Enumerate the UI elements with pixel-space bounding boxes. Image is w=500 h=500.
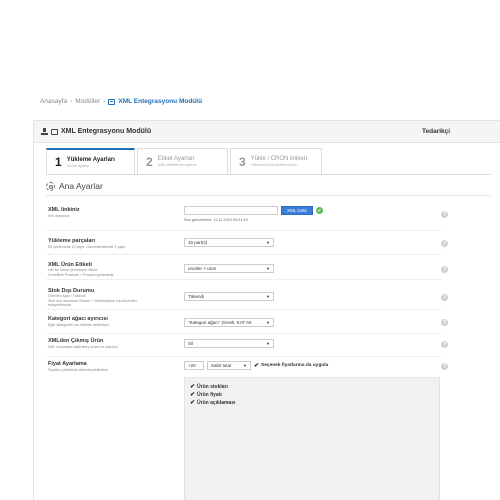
option-description[interactable]: ✔ Ürün açıklaması [190, 399, 236, 407]
tab-tag-settings[interactable]: 2 Etiket Ayarları XML etiketlerini eşlem… [137, 148, 228, 174]
removed-products-select[interactable]: Sil ▼ [184, 339, 274, 348]
stock-status-select[interactable]: Tükendi ▼ [184, 292, 274, 301]
help-icon[interactable]: ? [441, 319, 448, 326]
xml-link-input[interactable] [184, 206, 278, 215]
row-parts: Yükleme parçaları Ek yüklemede 10 yaptı.… [46, 234, 448, 255]
field-desc: Xml dosyanız [48, 214, 70, 218]
removed-products-value: Sil [188, 341, 194, 346]
row-stock-status: Stok Dışı Durumu Önerilen Ayarı: Tükendi… [46, 284, 448, 310]
parts-value: 10 part(s) [188, 240, 208, 245]
row-removed-products: XMLden Çıkmış Ürün XML dosyadan kaldırıl… [46, 334, 448, 357]
download-icon [41, 128, 48, 135]
field-desc: Fiyatları yüzdelikle düzenleyebilirsiniz [48, 368, 108, 372]
breadcrumb: Anasayfa › Modüller › XML Entegrasyonu M… [40, 98, 202, 105]
step-label: Etiket Ayarları [157, 156, 195, 162]
fetch-xml-button[interactable]: XML Getir [281, 206, 313, 215]
help-icon[interactable]: ? [441, 211, 448, 218]
field-label: Kategori ağacı ayırıcısı [48, 316, 108, 322]
help-icon[interactable]: ? [441, 341, 448, 348]
list-icon [51, 128, 58, 135]
tabs-divider [46, 174, 491, 175]
row-category-separator: Kategori ağacı ayırıcısı Eğer kategorile… [46, 312, 448, 334]
apply-options-label: Seçenek fiyatlarına da uygula [261, 363, 329, 368]
option-label: Ürün stokları [197, 383, 228, 390]
help-icon[interactable]: ? [441, 266, 448, 273]
help-icon[interactable]: ? [441, 240, 448, 247]
step-number: 2 [146, 154, 153, 169]
checkmark-icon: ✔ [190, 400, 196, 406]
chevron-down-icon: ▼ [266, 240, 270, 245]
field-label: XML linkiniz [48, 207, 80, 213]
option-stock[interactable]: ✔ Ürün stokları [190, 383, 228, 391]
checkmark-icon: ✔ [190, 392, 196, 398]
tab-cron-links[interactable]: 3 Yükle / CRON linkleri Yükleme/Cron lin… [230, 148, 322, 174]
checkmark-icon: ✔ [190, 384, 196, 390]
category-separator-select[interactable]: "Kategori ağacı" (örnek: KAT AK ▼ [184, 318, 274, 327]
panel-title: XML Entegrasyonu Modülü [41, 128, 151, 135]
step-number: 1 [55, 155, 62, 169]
checkmark-icon: ✔ [254, 363, 260, 369]
section-divider [46, 195, 491, 196]
price-type-value: Sabit tutar [211, 363, 232, 368]
step-label: Yükle / CRON linkleri [250, 156, 308, 162]
chevron-down-icon: ▼ [266, 294, 270, 299]
chevron-down-icon: ▼ [243, 363, 247, 368]
option-label: Ürün fiyatı [197, 391, 222, 398]
section-title: Ana Ayarlar [46, 181, 103, 191]
parts-select[interactable]: 10 part(s) ▼ [184, 238, 274, 247]
field-desc: Genellikle Products > Product şeklindedi… [48, 272, 115, 277]
option-label: Ürün açıklaması [197, 399, 236, 406]
option-price[interactable]: ✔ Ürün fiyatı [190, 391, 222, 399]
breadcrumb-current-label: XML Entegrasyonu Modülü [118, 98, 203, 105]
product-tag-value: urunler > urun [188, 266, 217, 271]
step-sub: Genel ayarlar [66, 163, 90, 168]
field-label: Yükleme parçaları [48, 238, 96, 244]
breadcrumb-separator: › [70, 98, 73, 105]
panel-header: XML Entegrasyonu Modülü Tedarikçi [34, 121, 500, 143]
product-tag-select[interactable]: urunler > urun ▼ [184, 264, 274, 273]
check-circle-icon: ✔ [316, 207, 323, 214]
last-update-note: Son güncelleme: 11.11.2019 09:21:49 [184, 218, 248, 222]
apply-options-checkbox[interactable]: ✔ Seçenek fiyatlarına da uygula [254, 362, 328, 369]
help-icon[interactable]: ? [441, 294, 448, 301]
section-title-text: Ana Ayarlar [59, 181, 103, 191]
panel-title-text: XML Entegrasyonu Modülü [61, 128, 152, 135]
help-icon[interactable]: ? [441, 363, 448, 370]
tab-load-settings[interactable]: 1 Yükleme Ayarları Genel ayarlar [46, 148, 135, 174]
field-desc: Ek yüklemede 10 yaptı. Güncellemelerde 1… [48, 245, 127, 249]
chevron-down-icon: ▼ [266, 341, 270, 346]
field-label: Fiyat Ayarlama [48, 361, 87, 367]
module-panel: XML Entegrasyonu Modülü Tedarikçi 1 Yükl… [33, 120, 500, 500]
supplier-link[interactable]: Tedarikçi [422, 128, 450, 135]
field-label: XMLden Çıkmış Ürün [48, 338, 104, 344]
row-xml-link: XML linkiniz Xml dosyanız XML Getir ✔ So… [46, 203, 448, 231]
list-icon [108, 98, 116, 105]
breadcrumb-current[interactable]: XML Entegrasyonu Modülü [108, 98, 202, 105]
step-tabs: 1 Yükleme Ayarları Genel ayarlar 2 Etike… [46, 148, 322, 174]
chevron-down-icon: ▼ [266, 320, 270, 325]
gear-icon [46, 181, 55, 191]
step-number: 3 [239, 154, 246, 169]
category-separator-value: "Kategori ağacı" (örnek: KAT AK [188, 320, 253, 325]
step-label: Yükleme Ayarları [66, 156, 115, 163]
field-desc: ekleyebilirsiniz [48, 303, 72, 307]
field-desc: XML dosyadan kaldırılmış ürüne ne yapıls… [48, 345, 118, 349]
price-amount-input[interactable]: +20 [184, 361, 204, 370]
row-product-tag: XML Ürün Etiketi Her bir ürünü çevreleye… [46, 258, 448, 280]
stock-status-value: Tükendi [188, 294, 205, 299]
breadcrumb-home[interactable]: Anasayfa [40, 98, 67, 105]
breadcrumb-modules[interactable]: Modüller [75, 98, 100, 105]
update-options-box: ✔ Ürün stokları ✔ Ürün fiyatı ✔ Ürün açı… [184, 377, 440, 500]
row-price-adjust: Fiyat Ayarlama Fiyatları yüzdelikle düze… [46, 357, 448, 377]
step-sub: XML etiketlerini eşleme [157, 163, 197, 167]
field-desc: Eğer kategoriler tek etikette verilmişse [48, 323, 109, 327]
breadcrumb-separator: › [103, 98, 106, 105]
step-sub: Yükleme/Cron linklerini Alın [250, 163, 297, 167]
chevron-down-icon: ▼ [266, 266, 270, 271]
price-type-select[interactable]: Sabit tutar ▼ [207, 361, 251, 370]
